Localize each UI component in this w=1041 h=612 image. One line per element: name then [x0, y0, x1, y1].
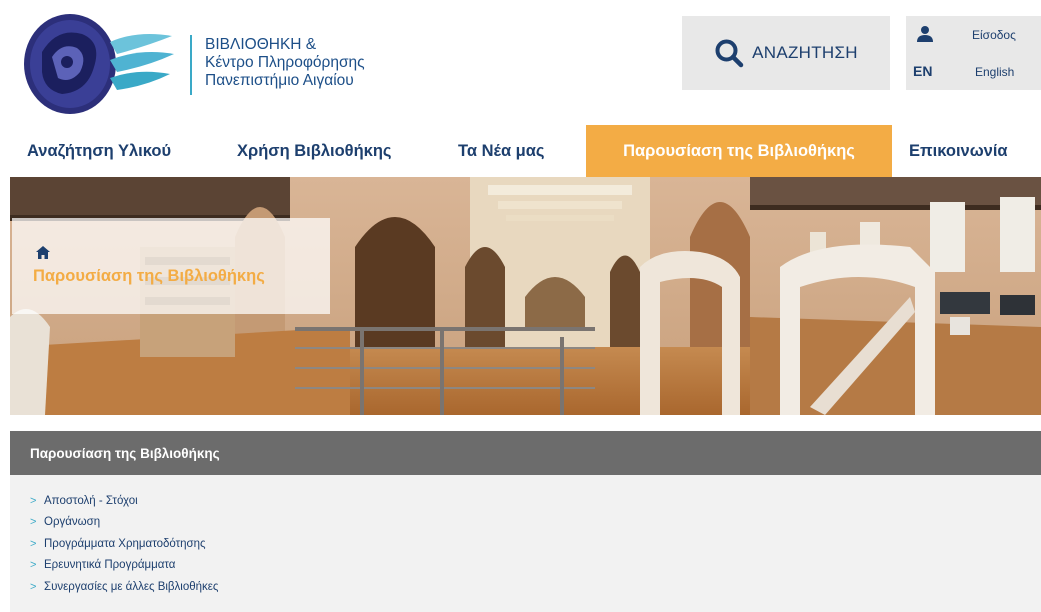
submenu-item-organization[interactable]: > Οργάνωση: [30, 512, 218, 534]
page: ΒΙΒΛΙΟΘΗΚΗ & Κέντρο Πληροφόρησης Πανεπισ…: [0, 0, 1041, 612]
language-link[interactable]: English: [975, 65, 1014, 79]
nav-item-library-presentation[interactable]: Παρουσίαση της Βιβλιοθήκης: [586, 125, 892, 177]
submenu-item-label: Συνεργασίες με άλλες Βιβλιοθήκες: [44, 580, 219, 593]
site-header: ΒΙΒΛΙΟΘΗΚΗ & Κέντρο Πληροφόρησης Πανεπισ…: [0, 0, 1041, 125]
submenu-item-collaborations[interactable]: > Συνεργασίες με άλλες Βιβλιοθήκες: [30, 576, 218, 598]
chevron-right-icon: >: [30, 559, 37, 572]
submenu-item-label: Αποστολή - Στόχοι: [44, 494, 138, 507]
chevron-right-icon: >: [30, 516, 37, 529]
breadcrumb-title: Παρουσίαση της Βιβλιοθήκης: [33, 267, 265, 285]
search-button[interactable]: ΑΝΑΖΗΤΗΣΗ: [682, 16, 890, 90]
logo-emblem: [24, 14, 174, 114]
nav-item-news[interactable]: Τα Νέα μας: [458, 125, 545, 177]
breadcrumb: [12, 218, 330, 314]
user-icon[interactable]: [916, 25, 934, 48]
search-icon: [714, 38, 744, 68]
home-icon[interactable]: [36, 246, 50, 264]
nav-item-contact[interactable]: Επικοινωνία: [909, 125, 1008, 177]
chevron-right-icon: >: [30, 580, 37, 593]
nav-item-library-use[interactable]: Χρήση Βιβλιοθήκης: [237, 125, 392, 177]
nav-item-search-material[interactable]: Αναζήτηση Υλικού: [27, 125, 171, 177]
submenu-item-label: Ερευνητικά Προγράμματα: [44, 559, 176, 572]
login-link[interactable]: Είσοδος: [972, 28, 1016, 42]
chevron-right-icon: >: [30, 537, 37, 550]
logo-line-1: ΒΙΒΛΙΟΘΗΚΗ &: [205, 36, 317, 53]
main-nav: Αναζήτηση Υλικού Χρήση Βιβλιοθήκης Τα Νέ…: [0, 125, 1041, 177]
logo-line-2: Κέντρο Πληροφόρησης: [205, 54, 365, 71]
submenu-item-mission[interactable]: > Αποστολή - Στόχοι: [30, 490, 218, 512]
submenu-title: Παρουσίαση της Βιβλιοθήκης: [30, 446, 220, 461]
search-label: ΑΝΑΖΗΤΗΣΗ: [752, 43, 858, 62]
submenu-item-label: Οργάνωση: [44, 516, 101, 529]
library-logo[interactable]: [22, 12, 182, 117]
submenu-list: > Αποστολή - Στόχοι > Οργάνωση > Προγράμ…: [30, 490, 218, 598]
submenu-item-label: Προγράμματα Χρηματοδότησης: [44, 537, 206, 550]
logo-text[interactable]: ΒΙΒΛΙΟΘΗΚΗ & Κέντρο Πληροφόρησης Πανεπισ…: [205, 36, 365, 90]
chevron-right-icon: >: [30, 494, 37, 507]
submenu-item-funding-programs[interactable]: > Προγράμματα Χρηματοδότησης: [30, 533, 218, 555]
language-code[interactable]: EN: [913, 63, 932, 79]
submenu-item-research-programs[interactable]: > Ερευνητικά Προγράμματα: [30, 555, 218, 577]
logo-line-3: Πανεπιστήμιο Αιγαίου: [205, 72, 354, 89]
logo-divider: [190, 35, 192, 95]
